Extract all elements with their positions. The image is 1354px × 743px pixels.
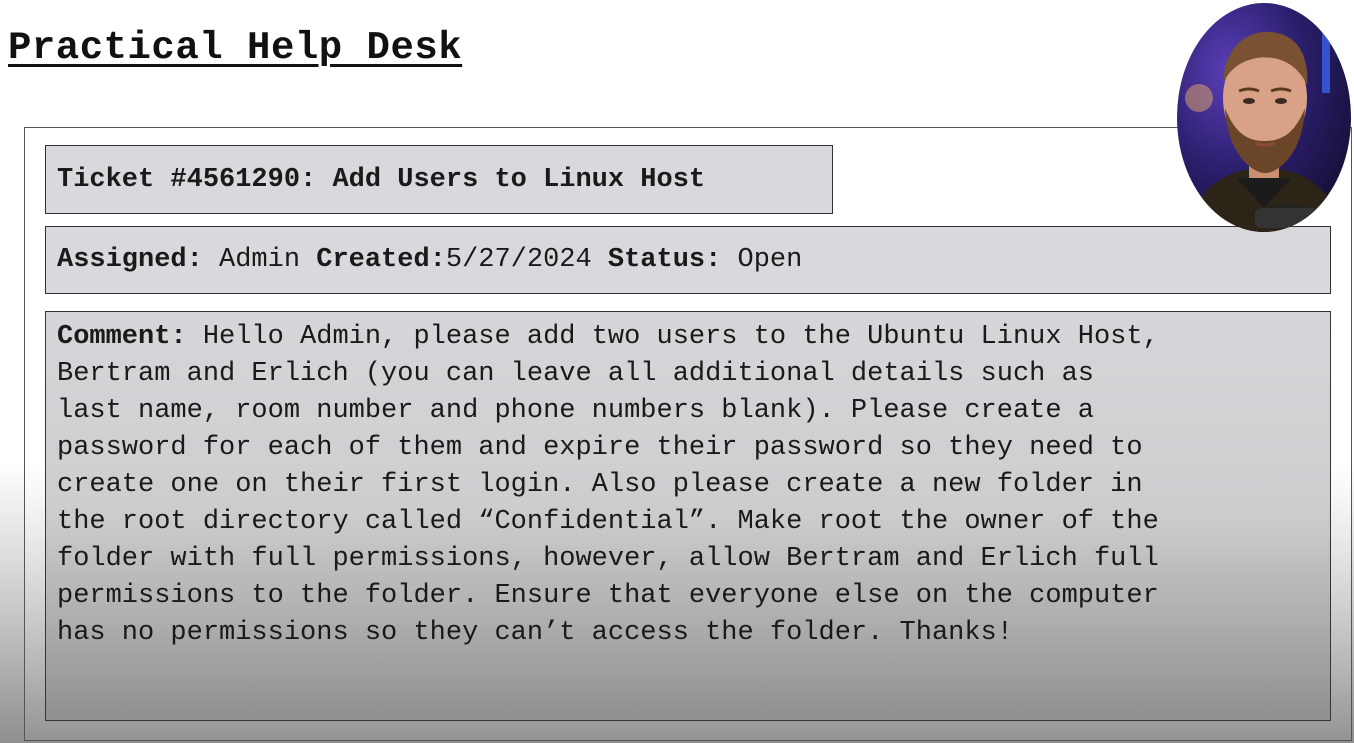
status-value: Open [721, 245, 803, 275]
comment-line: Bertram and Erlich (you can leave all ad… [57, 359, 1094, 389]
presenter-webcam-icon [1185, 23, 1345, 232]
assigned-label: Assigned: [57, 245, 203, 275]
status-label: Status: [607, 245, 722, 275]
ticket-comment: Comment: Hello Admin, please add two use… [45, 311, 1331, 721]
comment-line: has no permissions so they can’t access … [57, 618, 1013, 648]
comment-line: permissions to the folder. Ensure that e… [57, 581, 1159, 611]
assigned-value: Admin [202, 245, 317, 275]
ticket-heading: Ticket #4561290: Add Users to Linux Host [45, 145, 833, 214]
created-label: Created: [316, 245, 446, 275]
comment-line: the root directory called “Confidential”… [57, 507, 1159, 537]
comment-line: last name, room number and phone numbers… [57, 396, 1094, 426]
created-value: 5/27/2024 [445, 245, 608, 275]
comment-line: create one on their first login. Also pl… [57, 470, 1143, 500]
comment-line: password for each of them and expire the… [57, 433, 1143, 463]
ticket-meta-row: Assigned: Admin Created:5/27/2024 Status… [45, 226, 1331, 294]
page-title: Practical Help Desk [8, 26, 463, 70]
comment-line: Hello Admin, please add two users to the… [186, 322, 1159, 352]
presenter-webcam [1177, 3, 1351, 232]
comment-line: folder with full permissions, however, a… [57, 544, 1159, 574]
comment-label: Comment: [57, 322, 187, 352]
